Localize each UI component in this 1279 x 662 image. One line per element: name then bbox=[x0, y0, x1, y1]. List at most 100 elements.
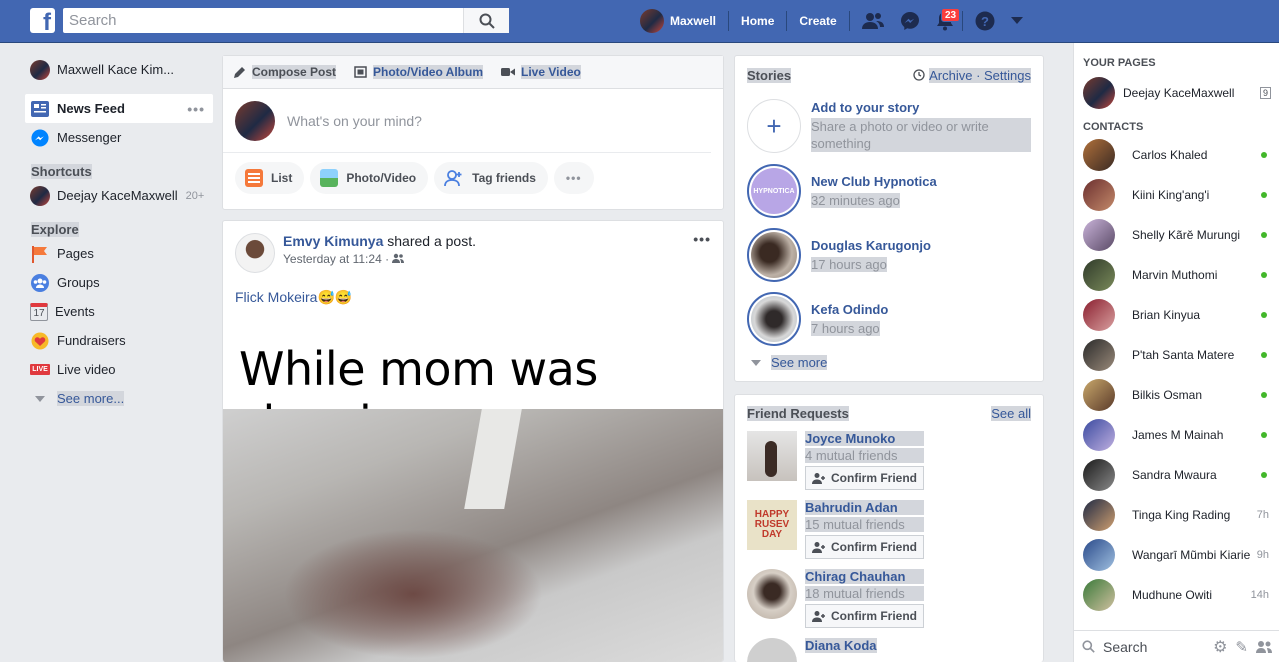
tag-friends-button[interactable]: Tag friends bbox=[434, 162, 548, 194]
mutual-friends[interactable]: 4 mutual friends bbox=[805, 448, 924, 463]
requester-name[interactable]: Joyce Munoko bbox=[805, 431, 924, 446]
sidebar-item-groups[interactable]: Groups bbox=[25, 268, 213, 297]
more-options-icon[interactable]: ••• bbox=[187, 101, 205, 117]
contact-item[interactable]: Tinga King Rading 7h bbox=[1074, 495, 1279, 535]
contact-item[interactable]: Sandra Mwaura bbox=[1074, 455, 1279, 495]
requester-name[interactable]: Diana Koda bbox=[805, 638, 877, 653]
contact-item[interactable]: Wangarī Mũmbi Kiarie 9h bbox=[1074, 535, 1279, 575]
request-info: Diana Koda bbox=[805, 638, 877, 662]
page-item[interactable]: Deejay KaceMaxwell 9 bbox=[1074, 73, 1279, 113]
sidebar-item-label: Pages bbox=[57, 246, 94, 261]
list-button[interactable]: List bbox=[235, 162, 305, 194]
stories-see-more[interactable]: See more bbox=[735, 351, 1043, 370]
contact-item[interactable]: P'tah Santa Matere bbox=[1074, 335, 1279, 375]
shortcut-label: Deejay KaceMaxwell bbox=[57, 188, 178, 203]
page-notification-count: 9 bbox=[1259, 87, 1271, 99]
contact-item[interactable]: James M Mainah bbox=[1074, 415, 1279, 455]
friend-requests-button[interactable] bbox=[850, 0, 892, 42]
contact-name: Sandra Mwaura bbox=[1132, 468, 1217, 482]
see-more-link[interactable]: See more... bbox=[25, 384, 213, 413]
author-avatar[interactable] bbox=[235, 233, 275, 273]
right-sidebar: YOUR PAGES Deejay KaceMaxwell 9 CONTACTS… bbox=[1073, 43, 1279, 662]
post-timestamp[interactable]: Yesterday at 11:24 · bbox=[283, 252, 392, 266]
story-item[interactable]: Kefa Odindo 7 hours ago bbox=[735, 287, 1043, 351]
left-navigation: Maxwell Kace Kim... News Feed ••• Messen… bbox=[25, 55, 213, 413]
confirm-friend-button[interactable]: Confirm Friend bbox=[805, 466, 924, 490]
album-icon bbox=[354, 66, 367, 78]
requester-name[interactable]: Bahrudin Adan bbox=[805, 500, 924, 515]
archive-link[interactable]: Archive bbox=[929, 68, 973, 83]
post-options-icon[interactable]: ••• bbox=[693, 231, 711, 273]
your-pages-heading: YOUR PAGES bbox=[1083, 57, 1156, 69]
requester-photo[interactable] bbox=[747, 569, 797, 619]
story-item[interactable]: HYPNOTICA New Club Hypnotica 32 minutes a… bbox=[735, 159, 1043, 223]
sidebar-item-events[interactable]: 17 Events bbox=[25, 297, 213, 326]
composer-input-area[interactable]: What's on your mind? bbox=[223, 89, 711, 153]
gear-icon[interactable]: ⚙ bbox=[1213, 637, 1227, 657]
requester-photo[interactable] bbox=[747, 431, 797, 481]
create-link[interactable]: Create bbox=[787, 0, 848, 42]
post-photo[interactable] bbox=[223, 409, 723, 662]
requester-photo[interactable]: HAPPY RUSEV DAY bbox=[747, 500, 797, 550]
sidebar-item-live-video[interactable]: LIVE Live video bbox=[25, 355, 213, 384]
search-button[interactable] bbox=[463, 8, 509, 33]
contact-item[interactable]: Shelly Kãrĕ Murungi bbox=[1074, 215, 1279, 255]
last-active-time: 7h bbox=[1256, 509, 1269, 521]
compose-message-icon[interactable]: ✎ bbox=[1235, 638, 1248, 656]
facebook-logo-icon[interactable]: f bbox=[30, 8, 55, 33]
settings-link[interactable]: Settings bbox=[984, 68, 1031, 83]
confirm-friend-button[interactable]: Confirm Friend bbox=[805, 604, 924, 628]
chat-search-bar: Search ⚙ ✎ bbox=[1074, 630, 1279, 662]
more-options-button[interactable]: ••• bbox=[553, 162, 594, 194]
add-story-item[interactable]: + Add to your story Share a photo or vid… bbox=[735, 93, 1043, 159]
friends-audience-icon bbox=[392, 253, 405, 263]
confirm-friend-button[interactable]: Confirm Friend bbox=[805, 535, 924, 559]
svg-text:?: ? bbox=[981, 14, 989, 29]
messages-button[interactable] bbox=[892, 0, 928, 42]
sidebar-item-pages[interactable]: Pages bbox=[25, 239, 213, 268]
avatar bbox=[1083, 179, 1115, 211]
see-all-link[interactable]: See all bbox=[991, 406, 1031, 421]
add-story-subtitle: Share a photo or video or write somethin… bbox=[811, 118, 1031, 152]
sidebar-item-messenger[interactable]: Messenger bbox=[25, 123, 213, 152]
contact-item[interactable]: Bilkis Osman bbox=[1074, 375, 1279, 415]
contact-item[interactable]: Carlos Khaled bbox=[1074, 135, 1279, 175]
tab-compose-post[interactable]: Compose Post bbox=[233, 65, 337, 79]
avatar bbox=[235, 100, 275, 141]
shortcut-item[interactable]: Deejay KaceMaxwell 20+ bbox=[25, 181, 213, 210]
profile-shortcut[interactable]: Maxwell Kace Kim... bbox=[25, 55, 213, 84]
requester-name[interactable]: Chirag Chauhan bbox=[805, 569, 924, 584]
link-separator: · bbox=[972, 68, 985, 83]
online-status-dot bbox=[1261, 392, 1267, 398]
requester-photo[interactable] bbox=[747, 638, 797, 662]
sidebar-item-fundraisers[interactable]: Fundraisers bbox=[25, 326, 213, 355]
profile-link[interactable]: Maxwell bbox=[640, 0, 728, 42]
sidebar-item-news-feed[interactable]: News Feed ••• bbox=[25, 94, 213, 123]
online-status-dot bbox=[1261, 232, 1267, 238]
mutual-friends[interactable]: 18 mutual friends bbox=[805, 586, 924, 601]
contact-item[interactable]: Kiini King'ang'i bbox=[1074, 175, 1279, 215]
post-meta: Yesterday at 11:24 · bbox=[283, 252, 476, 266]
chat-search-input[interactable]: Search bbox=[1103, 639, 1147, 655]
contact-name: Kiini King'ang'i bbox=[1132, 188, 1210, 202]
stories-links: Archive · Settings bbox=[913, 68, 1031, 83]
avatar bbox=[30, 59, 50, 80]
account-menu-button[interactable] bbox=[1003, 0, 1031, 42]
story-item[interactable]: Douglas Karugonjo 17 hours ago bbox=[735, 223, 1043, 287]
new-group-icon[interactable] bbox=[1256, 640, 1272, 654]
contact-name: Wangarī Mũmbi Kiarie bbox=[1132, 548, 1251, 562]
story-time: 7 hours ago bbox=[811, 321, 880, 336]
tab-photo-video-album[interactable]: Photo/Video Album bbox=[354, 65, 484, 79]
help-button[interactable]: ? bbox=[963, 0, 1003, 42]
contact-item[interactable]: Mudhune Owiti 14h bbox=[1074, 575, 1279, 615]
tab-live-video[interactable]: Live Video bbox=[501, 65, 581, 79]
friend-requests-title: Friend Requests bbox=[747, 406, 849, 421]
contact-item[interactable]: Brian Kinyua bbox=[1074, 295, 1279, 335]
composer-placeholder[interactable]: What's on your mind? bbox=[287, 113, 422, 129]
search-input[interactable] bbox=[63, 8, 463, 33]
photo-video-button[interactable]: Photo/Video bbox=[310, 162, 429, 194]
contact-item[interactable]: Marvin Muthomi bbox=[1074, 255, 1279, 295]
home-link[interactable]: Home bbox=[729, 0, 786, 42]
post-author-name[interactable]: Emvy Kimunya bbox=[283, 233, 383, 249]
mutual-friends[interactable]: 15 mutual friends bbox=[805, 517, 924, 532]
